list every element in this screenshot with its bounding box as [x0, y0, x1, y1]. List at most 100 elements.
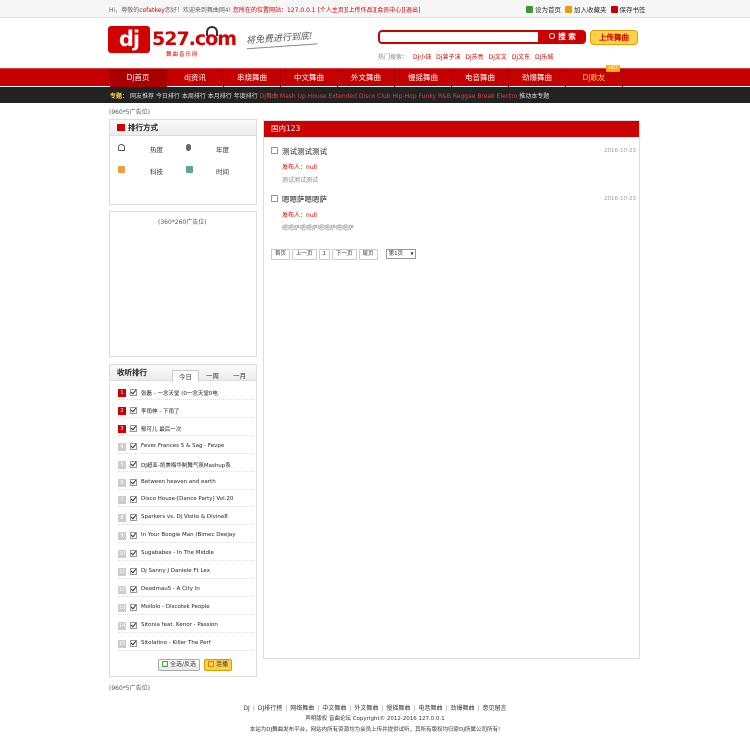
- article-title[interactable]: 测试测试测试: [282, 146, 327, 157]
- nav-news[interactable]: dj资讯: [167, 69, 224, 87]
- rank-checkbox[interactable]: [130, 550, 137, 558]
- rank-song-title[interactable]: Disco House-[Dance Party] Vol.20: [141, 496, 254, 502]
- nav-foreign[interactable]: 外文舞曲: [338, 69, 395, 87]
- page-last[interactable]: 尾页: [358, 249, 378, 260]
- search-input[interactable]: [378, 30, 540, 44]
- page-number[interactable]: 1: [318, 249, 331, 260]
- genre-links[interactable]: DJ舞曲 Mash Up House Extended Disco Club H…: [260, 93, 518, 100]
- rank-song-title[interactable]: Mollolo - Discotek People: [141, 604, 254, 610]
- rank-song-title[interactable]: Sparkers vs. Dj Visito & Divine8: [141, 514, 254, 520]
- subnav-link[interactable]: 本月排行: [208, 93, 232, 100]
- rank-checkbox[interactable]: [130, 621, 137, 629]
- rank-checkbox[interactable]: [130, 424, 137, 432]
- rank-item[interactable]: 2 李雨伸 - 下雨了: [118, 406, 254, 418]
- nav-medley[interactable]: 串烧舞曲: [224, 69, 281, 87]
- rank-checkbox[interactable]: [130, 585, 137, 593]
- rank-song-title[interactable]: Sitonia feat. Kenor - Passion: [141, 622, 254, 628]
- tab-today[interactable]: 今日: [172, 370, 199, 382]
- rank-checkbox[interactable]: [130, 406, 137, 414]
- rank-item[interactable]: 4 Fever Frances 5 & Sag - Fevpe: [118, 442, 254, 454]
- hot-keyword[interactable]: Dj小钰: [413, 54, 431, 61]
- rank-item[interactable]: 10 Sugababes - In The Middle: [118, 549, 254, 562]
- rank-item[interactable]: 15 Sitolatino - Killer The Perf: [118, 639, 254, 651]
- link-home-page[interactable]: [个人主页]: [318, 7, 347, 14]
- add-favorite-link[interactable]: 加入收藏夹: [565, 4, 607, 14]
- save-desktop-link[interactable]: 保存书签: [610, 4, 646, 14]
- rank-by-year[interactable]: 年度: [216, 144, 229, 154]
- rank-checkbox[interactable]: [130, 639, 137, 647]
- nav-electronic[interactable]: 电音舞曲: [452, 69, 509, 87]
- rank-checkbox[interactable]: [130, 460, 137, 468]
- rank-by-time[interactable]: 时间: [216, 166, 229, 176]
- rank-item[interactable]: 3 郁可儿 最后一次: [118, 424, 254, 436]
- set-home-link[interactable]: 设为首页: [526, 4, 561, 14]
- username-link[interactable]: cofatkey: [139, 7, 165, 14]
- tab-week[interactable]: 一周: [199, 370, 226, 382]
- rank-song-title[interactable]: Dj Sanny J Daniele Ft Lex: [141, 568, 254, 574]
- site-logo[interactable]: dj 527.com 舞曲音乐网: [108, 26, 238, 58]
- rank-item[interactable]: 12 Deadmau5 - A City In: [118, 585, 254, 597]
- rank-checkbox[interactable]: [130, 442, 137, 450]
- search-button[interactable]: 搜 索: [539, 30, 586, 44]
- play-all-button[interactable]: 连播: [204, 659, 233, 671]
- rank-song-title[interactable]: In Your Boogie Man (Bimec Deejay: [141, 532, 254, 538]
- nav-chinese[interactable]: 中文舞曲: [281, 69, 338, 87]
- rank-song-title[interactable]: Deadmau5 - A City In: [141, 586, 254, 592]
- rank-item[interactable]: 11 Dj Sanny J Daniele Ft Lex: [118, 567, 254, 579]
- page-select[interactable]: 第1页: [385, 249, 416, 259]
- hot-keyword[interactable]: Dj苏亮: [465, 54, 483, 61]
- rank-item[interactable]: 5 DJ超亚-凯美梅华制舞气氛Mashup系: [118, 460, 254, 472]
- footer-link[interactable]: 中文舞曲: [322, 705, 346, 712]
- footer-link[interactable]: DJ排行榜: [258, 705, 282, 712]
- footer-link[interactable]: 慢摇舞曲: [386, 705, 410, 712]
- subnav-more[interactable]: 推动本专题: [519, 93, 549, 100]
- page-prev[interactable]: 上一页: [292, 249, 317, 260]
- footer-link[interactable]: 电音舞曲: [418, 705, 442, 712]
- rank-song-title[interactable]: Fever Frances 5 & Sag - Fevpe: [141, 443, 254, 449]
- subnav-link[interactable]: 今日排行: [156, 93, 180, 100]
- rank-item[interactable]: 13 Mollolo - Discotek People: [118, 603, 254, 615]
- rank-checkbox[interactable]: [130, 532, 137, 540]
- rank-item[interactable]: 6 Between heaven and earth: [118, 478, 254, 490]
- article-title[interactable]: 嗯嗯萨嗯嗯萨: [282, 194, 327, 205]
- subnav-link[interactable]: 本周排行: [182, 93, 206, 100]
- link-upload-works[interactable]: [上传作品]: [346, 7, 375, 14]
- footer-link[interactable]: 网络舞曲: [290, 705, 314, 712]
- hot-keyword[interactable]: Dj曾子沫: [436, 54, 460, 61]
- select-all-button[interactable]: 全选/反选: [158, 659, 201, 671]
- rank-song-title[interactable]: 张磊 - 一念天堂 (0一念天堂0电: [141, 389, 254, 397]
- rank-song-title[interactable]: Sugababes - In The Middle: [141, 550, 254, 556]
- tab-month[interactable]: 一月: [226, 370, 253, 382]
- rank-song-title[interactable]: DJ超亚-凯美梅华制舞气氛Mashup系: [141, 461, 254, 469]
- rank-checkbox[interactable]: [130, 568, 137, 575]
- subnav-link[interactable]: 网友推荐: [130, 93, 154, 100]
- page-next[interactable]: 下一页: [332, 249, 357, 260]
- hot-keyword[interactable]: Dj文东: [512, 54, 530, 61]
- rank-song-title[interactable]: 李雨伸 - 下雨了: [141, 407, 254, 415]
- rank-song-title[interactable]: Between heaven and earth: [141, 479, 254, 485]
- rank-item[interactable]: 14 Sitonia feat. Kenor - Passion: [118, 621, 254, 633]
- rank-item[interactable]: 1 张磊 - 一念天堂 (0一念天堂0电: [118, 388, 254, 400]
- rank-checkbox[interactable]: [130, 514, 137, 522]
- link-logout[interactable]: [退出]: [404, 7, 421, 14]
- footer-link[interactable]: 外文舞曲: [354, 705, 378, 712]
- page-first[interactable]: 首页: [271, 249, 291, 260]
- rank-checkbox[interactable]: [130, 389, 137, 396]
- rank-checkbox[interactable]: [130, 496, 137, 504]
- rank-by-tech[interactable]: 科技: [150, 166, 163, 176]
- hot-keyword[interactable]: Dj文文: [489, 54, 507, 61]
- upload-button[interactable]: 上传舞曲: [590, 30, 638, 45]
- footer-link[interactable]: DJ: [243, 705, 249, 712]
- rank-song-title[interactable]: Sitolatino - Killer The Perf: [141, 640, 254, 646]
- rank-item[interactable]: 9 In Your Boogie Man (Bimec Deejay: [118, 531, 254, 544]
- rank-song-title[interactable]: 郁可儿 最后一次: [141, 425, 254, 433]
- footer-link[interactable]: 意见留言: [483, 705, 507, 712]
- rank-checkbox[interactable]: [130, 478, 137, 486]
- rank-checkbox[interactable]: [130, 603, 137, 611]
- nav-energetic[interactable]: 劲爆舞曲: [509, 69, 566, 87]
- nav-slow[interactable]: 慢摇舞曲: [395, 69, 452, 87]
- article-checkbox[interactable]: [271, 147, 278, 154]
- link-member-center[interactable]: [会员中心]: [375, 7, 404, 14]
- nav-dj-friends[interactable]: Dj歌友 HOT: [566, 65, 623, 87]
- subnav-link[interactable]: 年度排行: [234, 93, 258, 100]
